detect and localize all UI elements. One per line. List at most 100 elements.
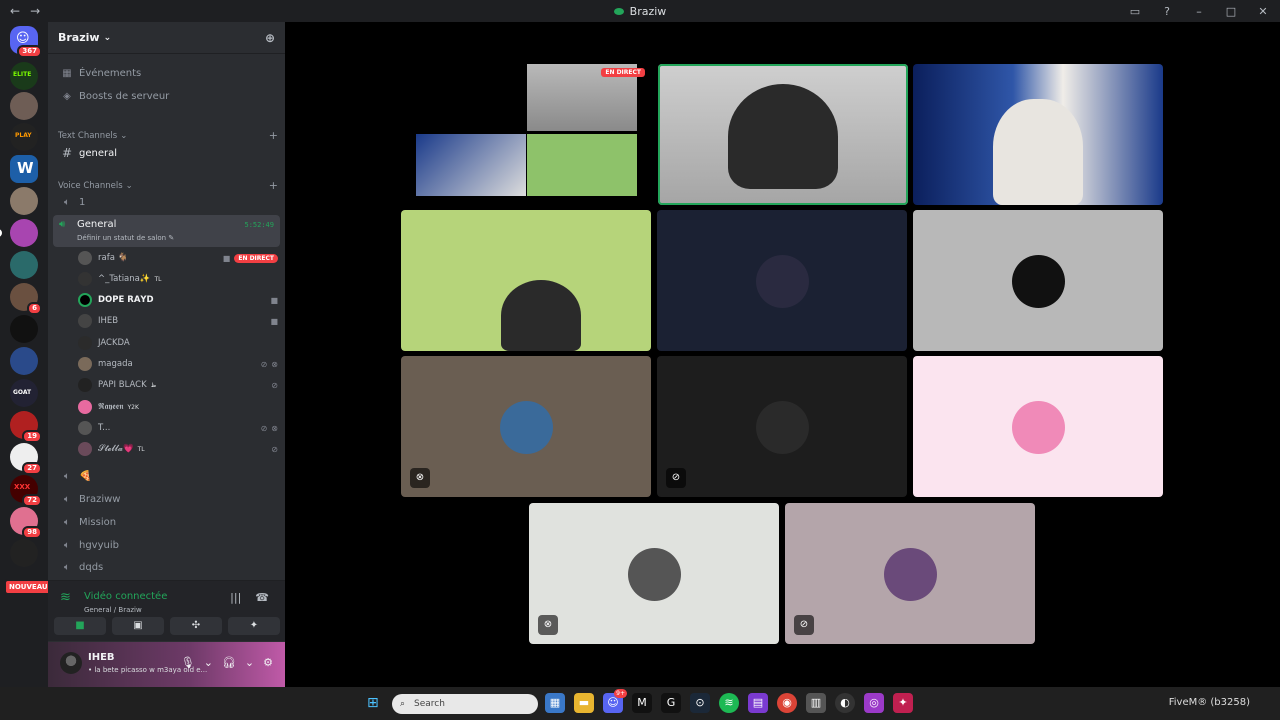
close-icon[interactable]: ✕ [1254, 5, 1272, 18]
voice-channel-braziww[interactable]: 🔈︎ Braziww [54, 489, 279, 509]
add-channel-icon[interactable]: + [269, 179, 278, 192]
connection-signal-icon[interactable]: ≋ [60, 590, 71, 605]
server-10[interactable] [10, 347, 38, 375]
video-tile[interactable]: ⊘ [657, 356, 907, 497]
calculator-icon[interactable]: ▥ [806, 693, 826, 713]
video-tile[interactable]: ⊘ [785, 503, 1035, 644]
voice-member[interactable]: 𝕽𝖆𝖞𝖊𝖊𝖓 Y2K [78, 397, 278, 417]
voice-member[interactable]: PAPI BLACK ظ ⊘ [78, 375, 278, 395]
user-name[interactable]: IHEB [88, 652, 115, 663]
server-xxx[interactable]: XXX 72 [10, 475, 42, 507]
text-category[interactable]: Text Channels ⌄ + [58, 129, 278, 142]
invite-people-icon[interactable]: ⊕ [265, 31, 275, 45]
app-circle-icon[interactable]: ◐ [835, 693, 855, 713]
voice-member[interactable]: 𝓢𝓽𝓮𝓵𝓵𝓪💗 TL ⊘ [78, 439, 278, 459]
microphone-icon[interactable]: 🎙︎ [181, 656, 195, 669]
home-button[interactable]: ☺ 367 [10, 26, 42, 58]
headphones-icon[interactable]: 🎧︎ [222, 656, 236, 669]
file-explorer-icon[interactable]: ▬ [574, 693, 594, 713]
voice-member[interactable]: T... ⊘ ⊗ [78, 418, 278, 438]
steam-icon[interactable]: ⊙ [690, 693, 710, 713]
server-15[interactable]: 98 [10, 507, 42, 539]
voice-channel-dqds[interactable]: 🔈︎ dqds [54, 557, 279, 577]
server-6[interactable] [0, 219, 38, 247]
events-link[interactable]: ▦ Événements [54, 63, 279, 83]
discord-app-icon[interactable]: ☺ 9+ [603, 689, 627, 713]
video-tile[interactable] [401, 210, 651, 351]
video-tile[interactable]: ⊗ [401, 356, 651, 497]
server-logo-text: W [17, 159, 34, 177]
video-tile[interactable] [913, 356, 1163, 497]
epic-games-icon[interactable]: M [632, 693, 652, 713]
server-12[interactable]: 19 [10, 411, 42, 443]
server-goat[interactable]: GOAT [10, 379, 38, 407]
voice-member[interactable]: ^_Tatiana✨ TL [78, 269, 278, 289]
soundboard-button[interactable]: ✦ [228, 617, 280, 635]
server-elite[interactable]: ELITE [10, 62, 38, 90]
stream-tile[interactable]: EN DIRECT [416, 64, 651, 205]
voice-member[interactable]: magada ⊘ ⊗ [78, 354, 278, 374]
chevron-down-icon[interactable]: ⌄ [245, 656, 254, 669]
minimize-icon[interactable]: – [1190, 5, 1208, 18]
title-bar: ← → Braziw ▭ ? – □ ✕ [0, 0, 1280, 22]
app-purple-icon[interactable]: ▤ [748, 693, 768, 713]
settings-gear-icon[interactable]: ⚙ [263, 656, 273, 669]
voice-channel-1[interactable]: 🔈︎ 1 [54, 192, 279, 212]
voice-member[interactable]: 𝗗𝗢𝗣𝗘 𝗥𝗔𝗬𝗗 ■ [78, 290, 278, 310]
voice-channel-hgvyuib[interactable]: 🔈︎ hgvyuib [54, 535, 279, 555]
screen-share-button[interactable]: ▣ [112, 617, 164, 635]
maximize-icon[interactable]: □ [1222, 5, 1240, 18]
windows-start-icon[interactable]: ⊞ [367, 695, 379, 711]
voice-member[interactable]: IHEB ■ [78, 311, 278, 331]
set-status-hint[interactable]: Définir un statut de salon ✎ [77, 234, 174, 242]
video-tile-speaking[interactable] [658, 64, 908, 205]
voice-channel-mission[interactable]: 🔈︎ Mission [54, 512, 279, 532]
app-g-icon[interactable]: G [661, 693, 681, 713]
chrome-icon[interactable]: ◉ [777, 693, 797, 713]
video-tile[interactable] [913, 64, 1163, 205]
user-avatar[interactable] [60, 652, 82, 674]
forward-arrow-icon[interactable]: → [30, 4, 40, 18]
chevron-down-icon[interactable]: ⌄ [204, 656, 213, 669]
add-channel-icon[interactable]: + [269, 129, 278, 142]
mic-muted-icon: ⊘ [260, 423, 268, 433]
server-5[interactable] [10, 187, 38, 215]
connection-status[interactable]: Vidéo connectée [84, 591, 167, 602]
activities-button[interactable]: ✣ [170, 617, 222, 635]
voice-member[interactable]: rafa 🐐 ■ EN DIRECT [78, 248, 278, 268]
app-camera-icon[interactable]: ◎ [864, 693, 884, 713]
server-w[interactable]: W [10, 155, 38, 183]
voice-channel-general[interactable]: 🔊︎ General Définir un statut de salon ✎ … [53, 215, 280, 247]
video-tile[interactable]: ⊗ [529, 503, 779, 644]
tray-fivem-label[interactable]: FiveM® (b3258) [1169, 697, 1250, 708]
disconnect-icon[interactable]: ☎ [255, 591, 269, 604]
noise-suppression-icon[interactable]: ||| [230, 591, 241, 604]
camera-button[interactable]: ■ [54, 617, 106, 635]
window-title-text: Braziw [629, 4, 667, 18]
channel-general[interactable]: # general [54, 143, 279, 163]
server-13[interactable]: 27 [10, 443, 42, 475]
voice-member[interactable]: JACKDA [78, 333, 278, 353]
channel-label: hgvyuib [79, 539, 119, 551]
inbox-icon[interactable]: ▭ [1126, 5, 1144, 18]
server-9[interactable] [10, 315, 38, 343]
spotify-icon[interactable]: ≋ [719, 693, 739, 713]
back-arrow-icon[interactable]: ← [10, 4, 20, 18]
help-icon[interactable]: ? [1158, 5, 1176, 18]
boosts-link[interactable]: ◈ Boosts de serveur [54, 86, 279, 106]
server-8[interactable]: 6 [10, 283, 42, 315]
voice-category[interactable]: Voice Channels ⌄ + [58, 179, 278, 192]
app-red-icon[interactable]: ✦ [893, 693, 913, 713]
task-view-icon[interactable]: ▦ [545, 693, 565, 713]
server-7[interactable] [10, 251, 38, 279]
taskbar-search[interactable]: ⌕ Search [392, 694, 538, 714]
server-play[interactable]: PLAY [10, 123, 38, 151]
connection-location[interactable]: General / Braziw [84, 606, 142, 614]
guild-tag: TL [137, 445, 145, 453]
guild-header[interactable]: Braziw ⌄ ⊕ [48, 22, 285, 54]
voice-channel-pizza[interactable]: 🔈︎ 🍕 [54, 466, 279, 486]
server-2[interactable] [10, 92, 38, 120]
server-16[interactable] [10, 539, 38, 567]
video-tile[interactable] [657, 210, 907, 351]
video-tile[interactable] [913, 210, 1163, 351]
